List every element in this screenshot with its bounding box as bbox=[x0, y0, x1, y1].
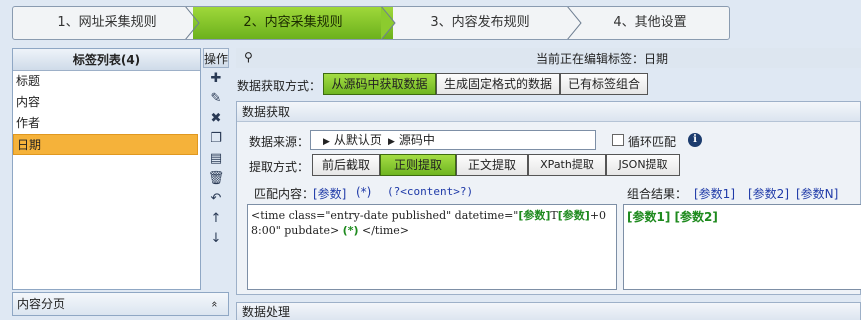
source-path-segment[interactable]: 从默认页 bbox=[334, 133, 382, 147]
data-source-field[interactable]: ▶ 从默认页 ▶ 源码中 bbox=[310, 130, 596, 150]
operations-toolbar: 操作 ✚ ✎ ✖ ❐ ▤ 🗑 ↶ ↑ ↓ bbox=[203, 48, 229, 298]
match-text: T bbox=[550, 209, 558, 222]
method-json-button[interactable]: JSON提取 bbox=[606, 154, 680, 176]
result-textarea[interactable]: [参数1] [参数2] bbox=[623, 204, 861, 290]
move-down-icon[interactable]: ↓ bbox=[203, 228, 229, 248]
star-token: (*) bbox=[342, 224, 359, 237]
caret-right-icon: ▶ bbox=[323, 137, 330, 147]
editing-bar: ⚲ 当前正在编辑标签：日期 bbox=[236, 48, 861, 68]
step-url-rules[interactable]: 1、网址采集规则 bbox=[13, 7, 201, 39]
pin-icon[interactable]: ⚲ bbox=[244, 50, 253, 64]
copy-icon[interactable]: ❐ bbox=[203, 128, 229, 148]
undo-icon[interactable]: ↶ bbox=[203, 188, 229, 208]
caret-right-icon: ▶ bbox=[387, 137, 395, 147]
content-pagination-panel[interactable]: 内容分页 » bbox=[12, 292, 229, 316]
method-label: 提取方式： bbox=[249, 160, 310, 174]
tag-item-date[interactable]: 日期 bbox=[13, 134, 198, 155]
move-up-icon[interactable]: ↑ bbox=[203, 208, 229, 228]
mode-tag-combine-button[interactable]: 已有标签组合 bbox=[560, 73, 648, 95]
step-label: 3、内容发布规则 bbox=[430, 15, 530, 30]
operations-label: 操作 bbox=[203, 48, 229, 68]
step-label: 2、内容采集规则 bbox=[243, 15, 343, 30]
mode-fixed-format-button[interactable]: 生成固定格式的数据 bbox=[436, 73, 560, 95]
wizard-steps: 1、网址采集规则 2、内容采集规则 3、内容发布规则 4、其他设置 bbox=[12, 6, 730, 40]
param-token: [参数] bbox=[557, 209, 590, 222]
info-icon[interactable]: i bbox=[688, 133, 702, 147]
pagination-label: 内容分页 bbox=[17, 297, 66, 311]
method-before-after-button[interactable]: 前后截取 bbox=[312, 154, 380, 176]
step-label: 1、网址采集规则 bbox=[57, 15, 157, 30]
paste-icon[interactable]: ▤ bbox=[203, 148, 229, 168]
match-text: </time> bbox=[358, 224, 409, 237]
method-xpath-button[interactable]: XPath提取 bbox=[528, 154, 606, 176]
source-path-segment[interactable]: 源码中 bbox=[399, 133, 435, 147]
data-fetch-title: 数据获取 bbox=[237, 102, 860, 122]
data-processing-panel[interactable]: 数据处理 bbox=[236, 302, 861, 320]
match-content-textarea[interactable]: <time class="entry-date published" datet… bbox=[247, 204, 617, 290]
step-separator bbox=[381, 7, 396, 39]
result-token-2[interactable]: [参数2] bbox=[748, 185, 789, 202]
step-separator bbox=[185, 7, 200, 39]
loop-match-checkbox[interactable] bbox=[612, 134, 624, 146]
tag-item-title[interactable]: 标题 bbox=[13, 71, 200, 92]
step-other-settings[interactable]: 4、其他设置 bbox=[569, 7, 729, 39]
result-token-1[interactable]: [参数1] bbox=[694, 185, 735, 202]
match-text: <time class="entry-date published" datet… bbox=[251, 209, 519, 222]
step-separator bbox=[567, 7, 582, 39]
source-label: 数据来源： bbox=[249, 135, 310, 149]
tag-list-panel: 标签列表(4) 标题 内容 作者 日期 bbox=[12, 48, 201, 290]
result-label: 组合结果： bbox=[627, 187, 688, 201]
tag-item-content[interactable]: 内容 bbox=[13, 92, 200, 113]
method-regex-button[interactable]: 正则提取 bbox=[380, 154, 456, 176]
param-token: [参数] bbox=[518, 209, 551, 222]
result-value: [参数1] [参数2] bbox=[627, 210, 718, 224]
mode-from-source-button[interactable]: 从源码中获取数据 bbox=[323, 73, 436, 95]
collapse-chevron-icon[interactable]: » bbox=[204, 301, 226, 308]
fetch-mode-label: 数据获取方式： bbox=[237, 79, 322, 93]
data-processing-title: 数据处理 bbox=[242, 305, 291, 319]
delete-icon[interactable]: ✖ bbox=[203, 108, 229, 128]
tag-list-title: 标签列表(4) bbox=[13, 49, 200, 71]
token-param[interactable]: [参数] bbox=[313, 185, 346, 202]
edit-icon[interactable]: ✎ bbox=[203, 88, 229, 108]
step-publish-rules[interactable]: 3、内容发布规则 bbox=[385, 7, 575, 39]
trash-icon[interactable]: 🗑 bbox=[203, 168, 229, 188]
token-star[interactable]: (*) bbox=[356, 185, 371, 199]
loop-match-label: 循环匹配 bbox=[628, 135, 677, 149]
add-icon[interactable]: ✚ bbox=[203, 68, 229, 88]
token-content[interactable]: (?<content>?) bbox=[387, 185, 473, 198]
step-label: 4、其他设置 bbox=[613, 15, 687, 30]
tag-item-author[interactable]: 作者 bbox=[13, 113, 200, 134]
result-token-n[interactable]: [参数N] bbox=[796, 185, 838, 202]
editing-tag-status: 当前正在编辑标签：日期 bbox=[536, 52, 669, 66]
method-body-button[interactable]: 正文提取 bbox=[456, 154, 528, 176]
match-content-label: 匹配内容： bbox=[254, 187, 315, 201]
step-content-rules[interactable]: 2、内容采集规则 bbox=[193, 7, 393, 39]
